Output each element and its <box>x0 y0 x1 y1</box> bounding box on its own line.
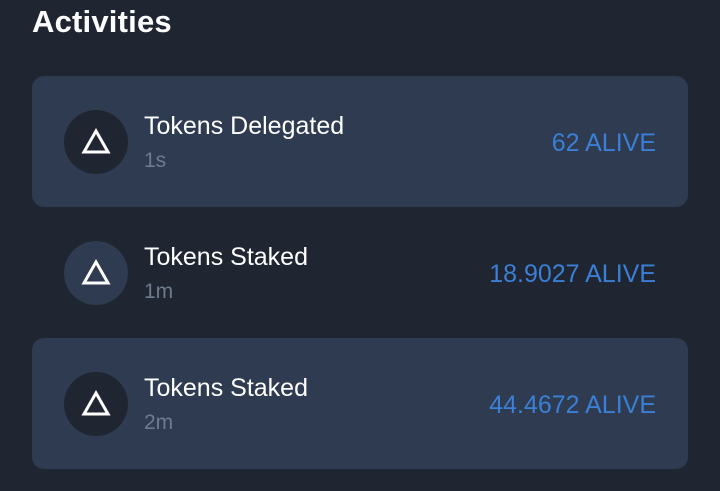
activity-time: 2m <box>144 411 174 434</box>
activity-name: Tokens Staked <box>144 374 308 402</box>
activity-avatar <box>64 110 128 174</box>
activity-time: 1m <box>144 280 174 303</box>
activity-name: Tokens Delegated <box>144 112 345 140</box>
triangle-icon <box>81 258 111 285</box>
triangle-icon <box>81 389 111 416</box>
activity-item[interactable]: Tokens Staked 1m 18.9027 ALIVE <box>32 207 688 338</box>
activity-amount: 44.4672 ALIVE <box>489 391 656 419</box>
activity-avatar <box>64 372 128 436</box>
activity-amount: 18.9027 ALIVE <box>489 260 656 288</box>
activity-amount: 62 ALIVE <box>551 129 656 157</box>
activity-time: 1s <box>144 149 167 172</box>
activity-item[interactable]: Tokens Delegated 1s 62 ALIVE <box>32 76 688 207</box>
activity-item[interactable]: Tokens Staked 2m 44.4672 ALIVE <box>32 338 688 469</box>
activity-name: Tokens Staked <box>144 243 308 271</box>
page-title: Activities <box>32 4 172 39</box>
activity-avatar <box>64 241 128 305</box>
activity-list: Tokens Delegated 1s 62 ALIVE Tokens Stak… <box>32 76 688 469</box>
triangle-icon <box>81 127 111 154</box>
